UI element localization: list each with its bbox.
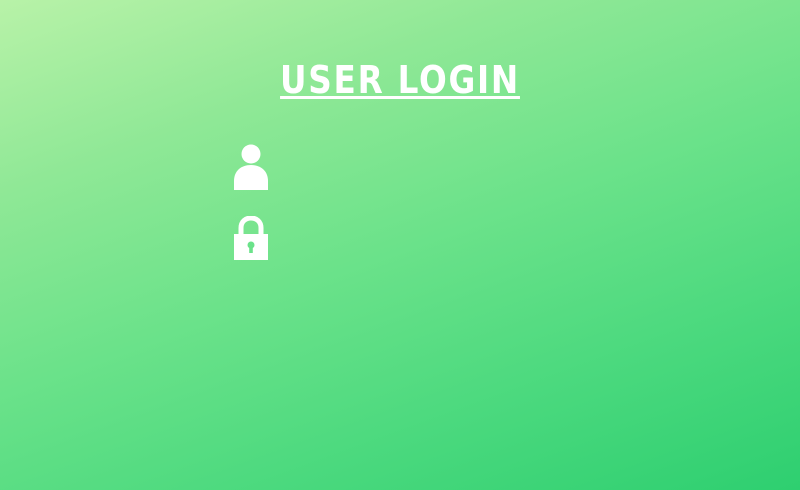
user-icon xyxy=(230,143,272,191)
password-input[interactable] xyxy=(282,218,570,258)
login-title: USER LOGIN xyxy=(280,58,520,102)
username-field-row xyxy=(230,143,570,191)
password-field-row xyxy=(230,214,570,262)
username-input[interactable] xyxy=(282,147,570,187)
lock-icon xyxy=(230,214,272,262)
